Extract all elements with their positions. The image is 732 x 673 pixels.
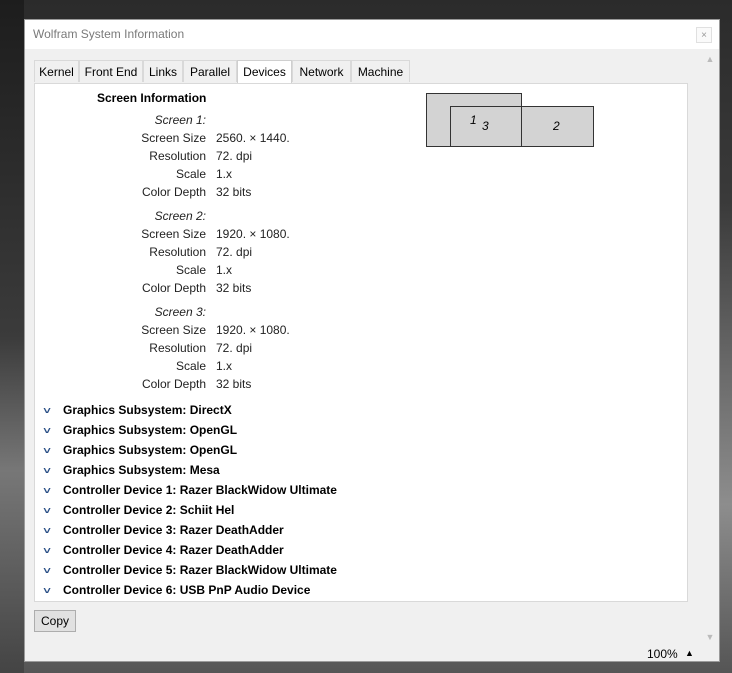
prop-label: Color Depth	[141, 185, 206, 199]
prop-label: Resolution	[149, 341, 206, 355]
scroll-up-icon[interactable]: ▲	[705, 54, 715, 64]
chevron-down-icon[interactable]: ˅	[43, 584, 59, 600]
chevron-down-icon[interactable]: ˅	[43, 564, 59, 580]
prop-label: Screen Size	[141, 131, 206, 145]
screen-3-number: 3	[482, 119, 489, 133]
title-bar[interactable]: Wolfram System Information ×	[25, 20, 719, 49]
zoom-level[interactable]: 100%	[647, 647, 678, 661]
scale-value: 1.x	[216, 167, 233, 181]
prop-label: Screen Size	[141, 323, 206, 337]
group-row[interactable]: ˅ Graphics Subsystem: OpenGL	[43, 422, 238, 440]
group-label: Controller Device 4: Razer DeathAdder	[63, 543, 284, 557]
chevron-down-icon[interactable]: ˅	[43, 544, 59, 560]
group-label: Graphics Subsystem: Mesa	[63, 463, 220, 477]
prop-label: Resolution	[149, 245, 206, 259]
tab-network[interactable]: Network	[292, 60, 351, 82]
devices-panel: Screen Information Screen 1: Screen Size…	[34, 83, 688, 602]
copy-button[interactable]: Copy	[34, 610, 76, 632]
tab-kernel[interactable]: Kernel	[34, 60, 79, 82]
screen-layout-diagram: 1 3 2	[426, 93, 596, 149]
prop-label: Scale	[175, 167, 206, 181]
resolution-value: 72. dpi	[216, 149, 253, 163]
group-row[interactable]: ˅ Controller Device 2: Schiit Hel	[43, 502, 235, 520]
group-row[interactable]: ˅ Controller Device 4: Razer DeathAdder	[43, 542, 284, 560]
prop-label: Scale	[175, 263, 206, 277]
chevron-down-icon[interactable]: ˅	[43, 484, 59, 500]
scroll-down-icon[interactable]: ▼	[705, 632, 715, 642]
vertical-scrollbar[interactable]: ▲ ▼	[702, 49, 719, 647]
group-label: Controller Device 6: USB PnP Audio Devic…	[63, 583, 311, 597]
close-icon[interactable]: ×	[696, 27, 712, 43]
group-label: Controller Device 1: Razer BlackWidow Ul…	[63, 483, 337, 497]
color-depth-value: 32 bits	[216, 281, 252, 295]
tab-links[interactable]: Links	[143, 60, 183, 82]
group-row[interactable]: ˅ Graphics Subsystem: OpenGL	[43, 442, 238, 460]
chevron-down-icon[interactable]: ˅	[43, 444, 59, 460]
group-row[interactable]: ˅ Controller Device 5: Razer BlackWidow U…	[43, 562, 337, 580]
chevron-down-icon[interactable]: ˅	[43, 464, 59, 480]
group-row[interactable]: ˅ Controller Device 6: USB PnP Audio Devi…	[43, 582, 311, 600]
screen-label: Screen 3:	[154, 305, 206, 319]
prop-label: Scale	[175, 359, 206, 373]
group-label: Controller Device 5: Razer BlackWidow Ul…	[63, 563, 337, 577]
chevron-down-icon[interactable]: ˅	[43, 524, 59, 540]
color-depth-value: 32 bits	[216, 185, 252, 199]
chevron-down-icon[interactable]: ˅	[43, 504, 59, 520]
group-row[interactable]: ˅ Controller Device 1: Razer BlackWidow U…	[43, 482, 337, 500]
tab-machine[interactable]: Machine	[351, 60, 410, 82]
group-row[interactable]: ˅ Controller Device 3: Razer DeathAdder	[43, 522, 284, 540]
chevron-down-icon[interactable]: ˅	[43, 404, 59, 420]
screen-label: Screen 1:	[154, 113, 206, 127]
group-label: Graphics Subsystem: OpenGL	[63, 423, 238, 437]
group-row[interactable]: ˅ Graphics Subsystem: Mesa	[43, 462, 220, 480]
window-title: Wolfram System Information	[33, 27, 185, 41]
prop-label: Screen Size	[141, 227, 206, 241]
screen-size-value: 1920. × 1080.	[216, 323, 290, 337]
screen-size-value: 2560. × 1440.	[216, 131, 290, 145]
group-label: Controller Device 3: Razer DeathAdder	[63, 523, 284, 537]
screen-1-number: 1	[470, 113, 477, 127]
screen-label: Screen 2:	[154, 209, 206, 223]
scale-value: 1.x	[216, 359, 233, 373]
tab-devices[interactable]: Devices	[237, 60, 292, 84]
chevron-down-icon[interactable]: ˅	[43, 424, 59, 440]
prop-label: Color Depth	[141, 281, 206, 295]
group-label: Graphics Subsystem: DirectX	[63, 403, 232, 417]
section-title: Screen Information	[97, 91, 207, 105]
prop-label: Color Depth	[141, 377, 206, 391]
scale-value: 1.x	[216, 263, 233, 277]
group-row[interactable]: ˅ Graphics Subsystem: DirectX	[43, 402, 232, 420]
color-depth-value: 32 bits	[216, 377, 252, 391]
group-label: Graphics Subsystem: OpenGL	[63, 443, 238, 457]
tab-parallel[interactable]: Parallel	[183, 60, 237, 82]
resolution-value: 72. dpi	[216, 341, 253, 355]
zoom-menu-icon[interactable]: ▲	[685, 648, 694, 658]
desktop-background	[0, 0, 24, 673]
resolution-value: 72. dpi	[216, 245, 253, 259]
group-label: Controller Device 2: Schiit Hel	[63, 503, 235, 517]
tab-front-end[interactable]: Front End	[79, 60, 143, 82]
screen-2-number: 2	[553, 119, 560, 133]
screen-size-value: 1920. × 1080.	[216, 227, 290, 241]
system-info-window: Wolfram System Information × ▲ ▼ Kernel …	[24, 19, 720, 662]
prop-label: Resolution	[149, 149, 206, 163]
